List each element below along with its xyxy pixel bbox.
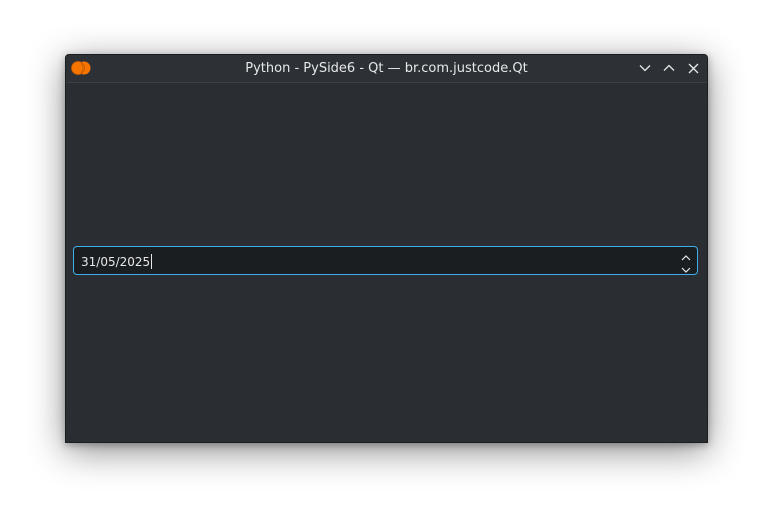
date-value-text[interactable]: 31/05/2025 <box>81 254 153 269</box>
close-button[interactable] <box>683 59 703 77</box>
title-bar[interactable]: Python - PySide6 - Qt — br.com.justcode.… <box>66 55 707 83</box>
app-window: Python - PySide6 - Qt — br.com.justcode.… <box>65 54 708 443</box>
spin-down-button[interactable] <box>679 262 693 273</box>
minimize-button[interactable] <box>635 59 655 77</box>
window-content: 31/05/2025 <box>66 83 707 442</box>
date-value: 31/05/2025 <box>81 255 151 269</box>
date-edit-field[interactable]: 31/05/2025 <box>73 246 698 275</box>
chevron-down-icon <box>639 64 651 72</box>
close-icon <box>688 63 699 74</box>
chevron-up-icon <box>663 64 675 72</box>
text-cursor <box>151 254 153 269</box>
maximize-button[interactable] <box>659 59 679 77</box>
window-title: Python - PySide6 - Qt — br.com.justcode.… <box>245 61 528 76</box>
chevron-down-icon <box>681 258 691 277</box>
